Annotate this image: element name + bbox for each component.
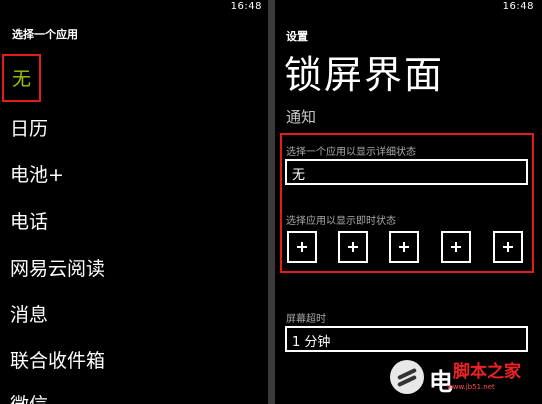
watermark-brand: 脚本之家 xyxy=(453,362,521,382)
app-item-netease-reader[interactable]: 网易云阅读 xyxy=(10,254,105,281)
page-title: 选择一个应用 xyxy=(12,28,78,41)
app-item-phone[interactable]: 电话 xyxy=(10,207,48,234)
watermark: 电 脚本之家 www.jb51.net xyxy=(383,350,542,404)
screen-timeout-select[interactable]: 1 分钟 xyxy=(285,326,528,352)
status-time: 16:48 xyxy=(502,1,534,12)
quick-status-slot-5-plus-icon[interactable] xyxy=(493,231,523,263)
screen-timeout-label: 屏幕超时 xyxy=(286,314,326,325)
quick-status-slot-3-plus-icon[interactable] xyxy=(389,231,419,263)
app-item-messages[interactable]: 消息 xyxy=(10,300,48,327)
lock-screen-settings: 16:48 设置 锁屏界面 通知 选择一个应用以显示详细状态 无 选择应用以显示… xyxy=(275,0,542,404)
quick-status-label: 选择应用以显示即时状态 xyxy=(286,216,396,227)
notifications-section-title: 通知 xyxy=(286,108,317,126)
app-item-linked-inbox[interactable]: 联合收件箱 xyxy=(10,346,105,373)
watermark-mark: 电 xyxy=(429,368,453,396)
quick-status-slot-2-plus-icon[interactable] xyxy=(338,231,368,263)
detail-status-select[interactable]: 无 xyxy=(285,159,528,185)
app-item-wechat[interactable]: 微信 xyxy=(10,390,48,404)
detail-status-label: 选择一个应用以显示详细状态 xyxy=(286,147,416,158)
highlight-box-selected xyxy=(2,54,41,102)
page-title: 锁屏界面 xyxy=(284,53,445,97)
quick-status-slot-1-plus-icon[interactable] xyxy=(287,231,317,263)
quick-status-slot-4-plus-icon[interactable] xyxy=(441,231,471,263)
app-item-battery-plus[interactable]: 电池+ xyxy=(10,160,64,187)
screen-divider xyxy=(268,0,275,404)
app-item-calendar[interactable]: 日历 xyxy=(10,114,48,141)
status-time: 16:48 xyxy=(230,1,262,12)
watermark-logo-icon xyxy=(390,360,424,394)
app-picker-screen: 16:48 选择一个应用 无 日历 电池+ 电话 网易云阅读 消息 联合收件箱 … xyxy=(0,0,268,404)
settings-label: 设置 xyxy=(286,30,308,43)
watermark-domain: www.jb51.net xyxy=(447,383,495,391)
